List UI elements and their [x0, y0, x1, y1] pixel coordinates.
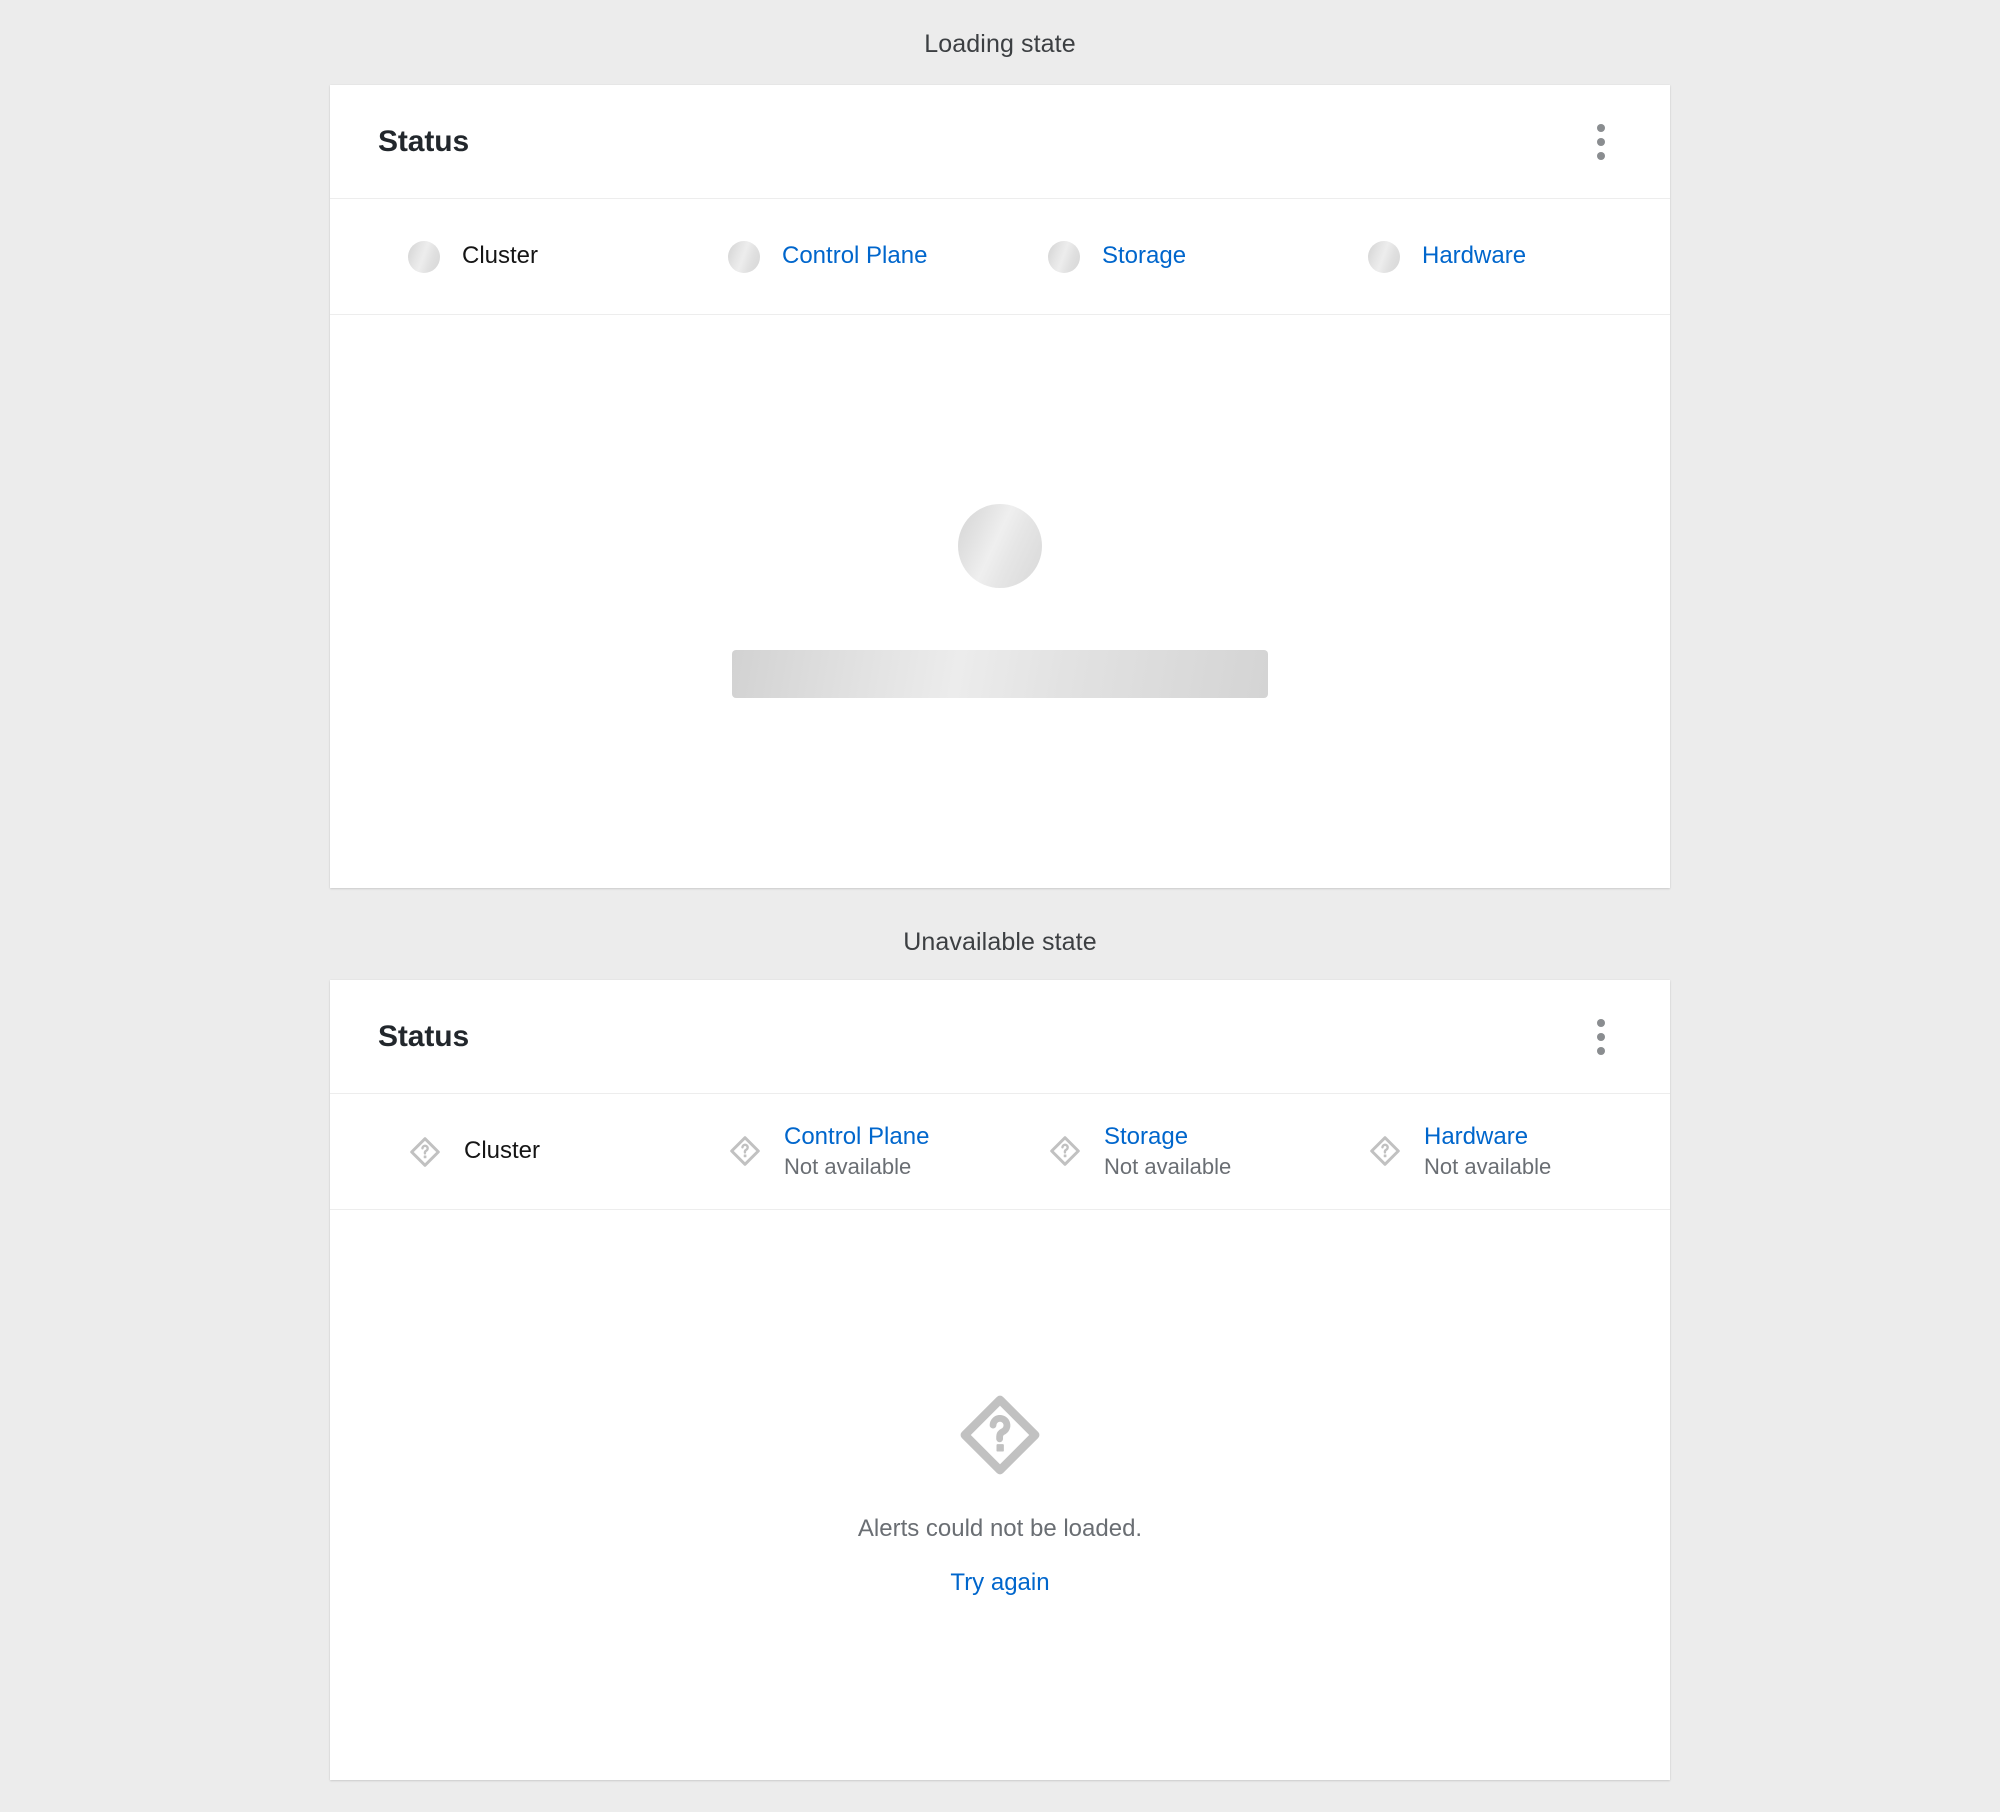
card-header: Status	[330, 85, 1670, 199]
kebab-dot	[1597, 1018, 1605, 1027]
kebab-dot	[1597, 137, 1605, 146]
status-item-label[interactable]: Storage	[1104, 1123, 1231, 1151]
card-body-loading	[330, 315, 1670, 887]
unknown-diamond-icon	[1370, 1136, 1400, 1167]
skeleton-bar-placeholder	[732, 650, 1268, 698]
empty-state-message: Alerts could not be loaded.	[857, 1515, 1143, 1542]
kebab-menu-icon[interactable]	[1574, 1010, 1628, 1064]
kebab-dot	[1597, 1046, 1605, 1055]
status-item-text: Hardware	[1422, 242, 1526, 270]
status-item-hardware: Hardware Not available	[1320, 1123, 1640, 1180]
skeleton-circle-icon	[1048, 240, 1080, 273]
status-item-text: Storage	[1102, 242, 1186, 270]
status-item-label[interactable]: Control Plane	[782, 242, 927, 270]
unknown-diamond-icon	[960, 1395, 1040, 1475]
status-item-sublabel: Not available	[784, 1154, 912, 1180]
status-item-label[interactable]: Control Plane	[784, 1123, 929, 1151]
status-card-unavailable: Status Cluster Control Plane Not availab…	[330, 980, 1670, 1780]
status-item-sublabel: Not available	[1104, 1154, 1232, 1180]
status-item-label: Cluster	[464, 1137, 541, 1165]
status-item-label: Cluster	[462, 242, 539, 270]
status-item-text: Control Plane	[782, 242, 927, 270]
skeleton-circle-icon	[1368, 240, 1400, 273]
status-item-sublabel: Not available	[1424, 1154, 1552, 1180]
page-title: Status	[378, 124, 470, 158]
status-item-label[interactable]: Hardware	[1422, 242, 1526, 270]
status-item-label[interactable]: Storage	[1102, 242, 1186, 270]
status-summary-row: Cluster Control Plane Not available Stor…	[330, 1094, 1670, 1210]
status-item-cluster: Cluster	[360, 1135, 680, 1169]
skeleton-circle-icon	[728, 240, 760, 273]
kebab-dot	[1597, 151, 1605, 160]
status-item-storage: Storage Not available	[1000, 1123, 1320, 1180]
status-card-loading: Status Cluster Control Plane Storage Har…	[330, 85, 1670, 888]
status-item-hardware: Hardware	[1320, 240, 1640, 273]
status-item-cluster: Cluster	[360, 240, 680, 273]
page-title: Status	[378, 1019, 470, 1053]
status-item-text: Hardware Not available	[1424, 1123, 1551, 1180]
status-item-text: Cluster	[464, 1137, 540, 1165]
try-again-button[interactable]: Try again	[950, 1569, 1049, 1597]
card-body-unavailable: Alerts could not be loaded. Try again	[330, 1210, 1670, 1778]
status-item-text: Cluster	[462, 242, 538, 270]
kebab-dot	[1597, 123, 1605, 132]
unknown-diamond-icon	[1050, 1136, 1080, 1167]
kebab-menu-icon[interactable]	[1574, 115, 1628, 169]
section-title-loading: Loading state	[924, 30, 1076, 58]
kebab-dot	[1597, 1032, 1605, 1041]
unknown-diamond-icon	[730, 1136, 760, 1167]
unknown-diamond-icon	[410, 1136, 440, 1167]
status-item-storage: Storage	[1000, 240, 1320, 273]
status-item-control-plane: Control Plane	[680, 240, 1000, 273]
status-item-control-plane: Control Plane Not available	[680, 1123, 1000, 1180]
skeleton-circle-placeholder	[958, 504, 1042, 588]
page-root: Loading state Status Cluster Control Pla…	[0, 0, 2000, 1812]
status-item-label[interactable]: Hardware	[1424, 1123, 1551, 1151]
skeleton-circle-icon	[408, 240, 440, 273]
status-item-text: Storage Not available	[1104, 1123, 1231, 1180]
section-title-unavailable: Unavailable state	[903, 928, 1097, 956]
card-header: Status	[330, 980, 1670, 1094]
status-summary-row: Cluster Control Plane Storage Hardware	[330, 199, 1670, 315]
status-item-text: Control Plane Not available	[784, 1123, 929, 1180]
